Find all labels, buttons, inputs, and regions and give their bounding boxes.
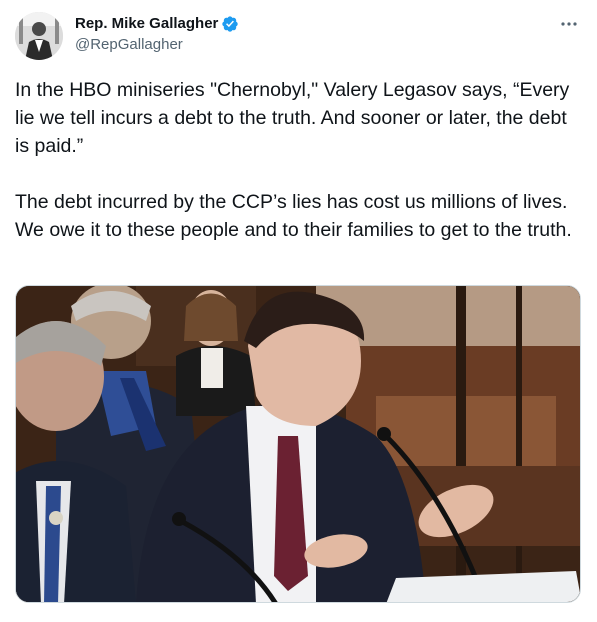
author-avatar[interactable] [15,12,63,60]
embedded-video-frame-icon [16,286,580,602]
profile-photo-icon [15,12,63,60]
tweet-card: Rep. Mike Gallagher @RepGallagher In the… [0,0,597,622]
tweet-paragraph-2: The debt incurred by the CCP’s lies has … [15,191,572,241]
author-handle[interactable]: @RepGallagher [75,35,183,55]
tweet-paragraph-1: In the HBO miniseries "Chernobyl," Valer… [15,79,570,157]
tweet-text: In the HBO miniseries "Chernobyl," Valer… [15,76,581,244]
author-name-row[interactable]: Rep. Mike Gallagher [75,14,239,34]
verified-badge-icon [222,16,239,32]
more-horizontal-icon [561,22,577,26]
author-display-name[interactable]: Rep. Mike Gallagher [75,14,218,34]
tweet-media[interactable] [15,285,581,603]
more-options-button[interactable] [557,12,581,36]
